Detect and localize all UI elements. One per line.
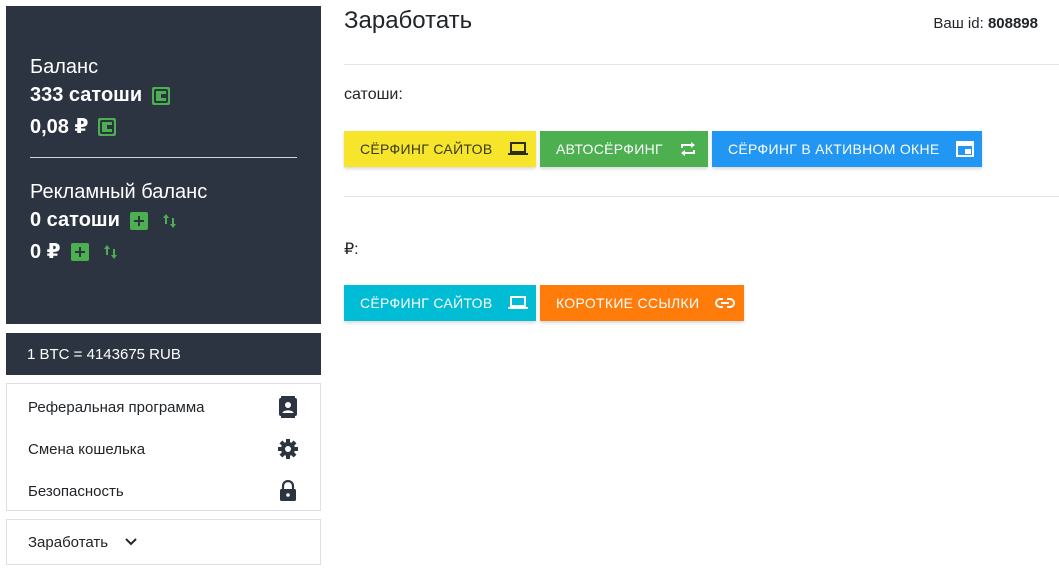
button-label: Автосёрфинг [556,141,663,157]
ad-balance-sat-row: 0 сатоши [30,205,297,236]
autosurfing-button[interactable]: Автосёрфинг [540,131,708,167]
earn-dropdown[interactable]: Заработать [6,519,321,565]
sidebar-item-label: Смена кошелька [28,440,146,458]
divider [344,64,1059,65]
user-id: Ваш id: 808898 [933,15,1038,32]
sidebar-item-referral[interactable]: Реферальная программа [7,386,320,428]
balance-sat-row: 333 сатоши [30,80,297,111]
button-label: Сёрфинг сайтов [360,141,493,157]
ad-balance-rub: 0 ₽ [30,241,61,263]
rub-button-row: Сёрфинг сайтов Короткие ссылки [344,285,744,321]
laptop-icon [508,142,529,156]
btc-rate: 1 BTC = 4143675 RUB [27,345,181,363]
wallet-icon[interactable] [152,86,171,105]
plus-icon[interactable] [129,211,148,230]
sidebar-item-label: Безопасность [28,482,124,500]
ad-balance-sat: 0 сатоши [30,209,120,231]
button-label: Короткие ссылки [556,295,700,311]
user-id-value: 808898 [987,15,1038,32]
wallet-icon[interactable] [98,117,117,136]
laptop-icon [508,296,529,310]
balance-divider [30,157,297,158]
contacts-icon [277,396,299,418]
balance-card: Баланс 333 сатоши 0,08 ₽ Рекламный балан… [6,6,321,324]
balance-rub-row: 0,08 ₽ [30,111,297,142]
chevron-down-icon [124,537,138,547]
gear-icon [277,438,299,460]
sat-button-row: Сёрфинг сайтов Автосёрфинг Сёрфинг в акт… [344,131,982,167]
divider [344,196,1059,197]
sidebar-item-wallet-change[interactable]: Смена кошелька [7,428,320,470]
balance-rub: 0,08 ₽ [30,116,89,138]
user-id-label: Ваш id: [933,15,984,32]
plus-icon[interactable] [70,242,89,261]
rub-section-label: ₽: [344,241,359,258]
button-label: Сёрфинг в активном окне [728,141,940,157]
sidebar-item-label: Реферальная программа [28,398,205,416]
swap-vertical-icon[interactable] [162,212,178,230]
btc-rate-bar: 1 BTC = 4143675 RUB [6,333,321,375]
surfing-sites-sat-button[interactable]: Сёрфинг сайтов [344,131,536,167]
button-label: Сёрфинг сайтов [360,295,493,311]
surfing-active-window-button[interactable]: Сёрфинг в активном окне [712,131,982,167]
short-links-button[interactable]: Короткие ссылки [540,285,744,321]
balance-sat: 333 сатоши [30,84,143,106]
sat-section-label: сатоши: [344,86,403,103]
window-icon [955,141,974,157]
ad-balance-title: Рекламный баланс [30,181,208,203]
repeat-icon [679,141,697,157]
surfing-sites-rub-button[interactable]: Сёрфинг сайтов [344,285,536,321]
lock-icon [277,480,299,502]
page-title: Заработать [344,7,473,34]
sidebar-item-security[interactable]: Безопасность [7,470,320,512]
swap-vertical-icon[interactable] [103,243,119,261]
sidebar-menu: Реферальная программа Смена кошелька Без… [6,383,321,511]
link-icon [715,297,736,309]
ad-balance-rub-row: 0 ₽ [30,236,297,267]
balance-title: Баланс [30,56,99,78]
earn-dropdown-label: Заработать [28,533,109,551]
